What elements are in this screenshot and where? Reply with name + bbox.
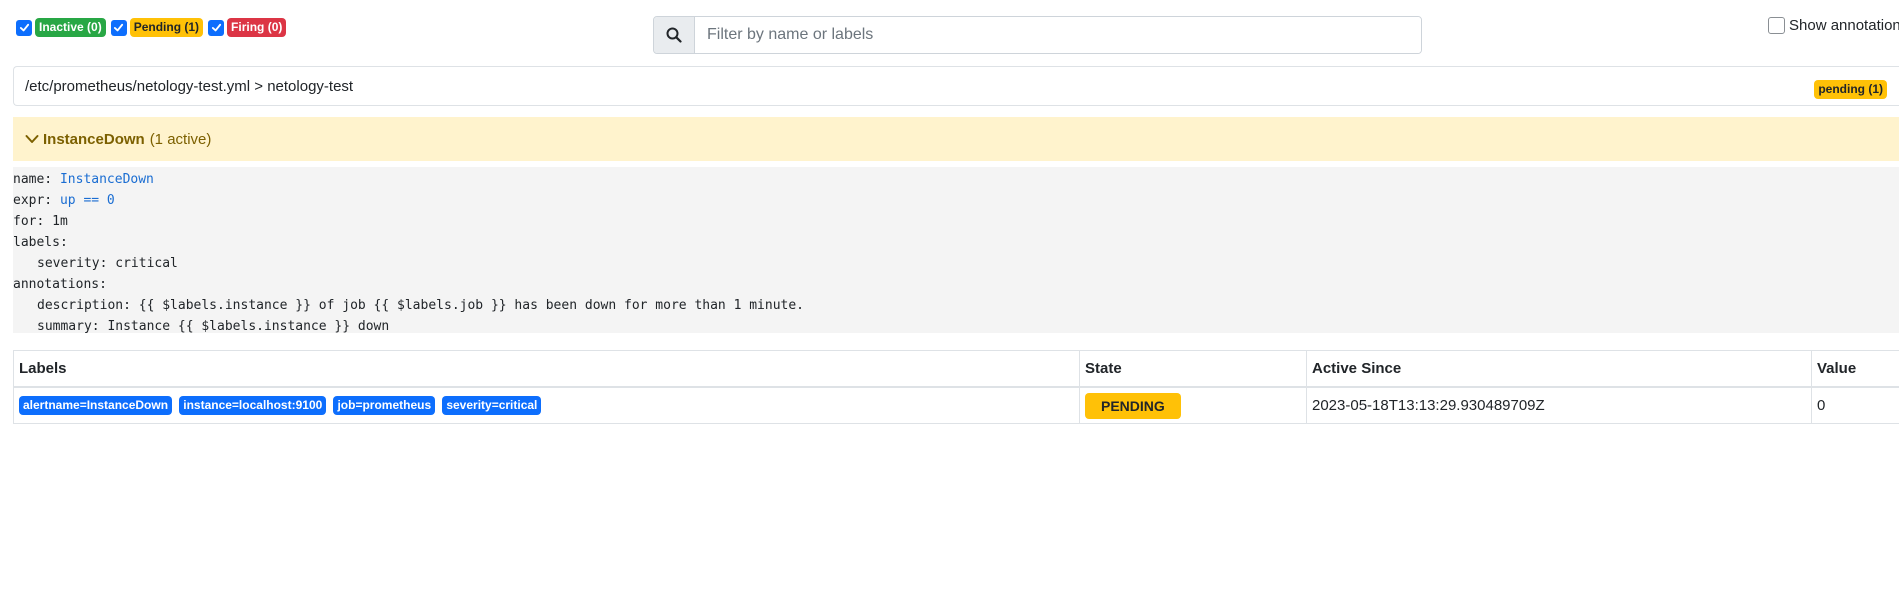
label-badge-instance: instance=localhost:9100 — [179, 396, 327, 415]
search-button[interactable] — [654, 17, 695, 53]
show-annotations-checkbox[interactable] — [1768, 17, 1785, 34]
group-status-badge: pending (1) — [1814, 80, 1887, 99]
col-state-header: State — [1079, 350, 1307, 388]
inactive-checkbox[interactable] — [16, 19, 32, 36]
rule-active-count: (1 active) — [149, 130, 212, 148]
col-active-since-header: Active Since — [1306, 350, 1812, 388]
table-row: alertname=InstanceDown instance=localhos… — [13, 386, 1899, 424]
firing-filter-badge[interactable]: Firing (0) — [227, 18, 287, 37]
chevron-down-icon — [25, 135, 39, 143]
label-badge-severity: severity=critical — [442, 396, 542, 415]
def-name-key: name: — [13, 172, 53, 187]
labels-cell: alertname=InstanceDown instance=localhos… — [13, 386, 1080, 424]
firing-checkbox[interactable] — [208, 19, 225, 36]
value-cell: 0 — [1811, 386, 1899, 424]
col-labels-header: Labels — [13, 350, 1080, 388]
rule-name: InstanceDown — [43, 130, 145, 148]
label-badge-job: job=prometheus — [333, 396, 436, 415]
table-header-row: Labels State Active Since Value — [13, 350, 1899, 388]
rule-group-header: /etc/prometheus/netology-test.yml > neto… — [13, 66, 1899, 106]
def-expr-line: expr: up == 0 — [13, 190, 1899, 211]
show-annotations-label: Show annotations — [1789, 17, 1899, 34]
def-name-value: InstanceDown — [59, 172, 154, 187]
rule-definition: name: InstanceDown expr: up == 0 for: 1m… — [13, 167, 1899, 334]
rule-header[interactable]: InstanceDown (1 active) — [13, 117, 1899, 161]
def-severity-line: severity: critical — [37, 256, 178, 271]
label-badge-alertname: alertname=InstanceDown — [19, 396, 173, 415]
def-for-line: for: 1m — [13, 214, 68, 229]
state-badge: PENDING — [1085, 392, 1181, 419]
def-labels-key: labels: — [13, 235, 68, 250]
rule-group-path: /etc/prometheus/netology-test.yml > neto… — [25, 77, 354, 95]
state-filters: Inactive (0) Pending (1) Firing (0) — [16, 18, 291, 37]
def-annotations-key: annotations: — [13, 277, 107, 292]
check-icon — [211, 23, 221, 32]
def-description-line: description: {{ $labels.instance }} of j… — [37, 298, 805, 313]
search-input[interactable] — [695, 17, 1421, 53]
search-icon — [666, 27, 682, 43]
search-box — [653, 16, 1422, 54]
inactive-filter-badge[interactable]: Inactive (0) — [35, 18, 106, 37]
def-name-line: name: InstanceDown — [13, 169, 1899, 190]
def-expr-key: expr: — [13, 193, 53, 208]
check-icon — [19, 23, 29, 32]
alerts-table: Labels State Active Since Value alertnam… — [13, 350, 1899, 424]
def-expr-value: up == 0 — [59, 193, 115, 208]
col-value-header: Value — [1811, 350, 1899, 388]
check-icon — [114, 23, 124, 32]
active-since-cell: 2023-05-18T13:13:29.930489709Z — [1306, 386, 1812, 424]
show-annotations-toggle[interactable]: Show annotations — [1768, 17, 1899, 34]
pending-checkbox[interactable] — [110, 19, 127, 36]
state-cell: PENDING — [1079, 386, 1307, 424]
pending-filter-badge[interactable]: Pending (1) — [129, 18, 204, 37]
def-summary-line: summary: Instance {{ $labels.instance }}… — [37, 319, 390, 334]
